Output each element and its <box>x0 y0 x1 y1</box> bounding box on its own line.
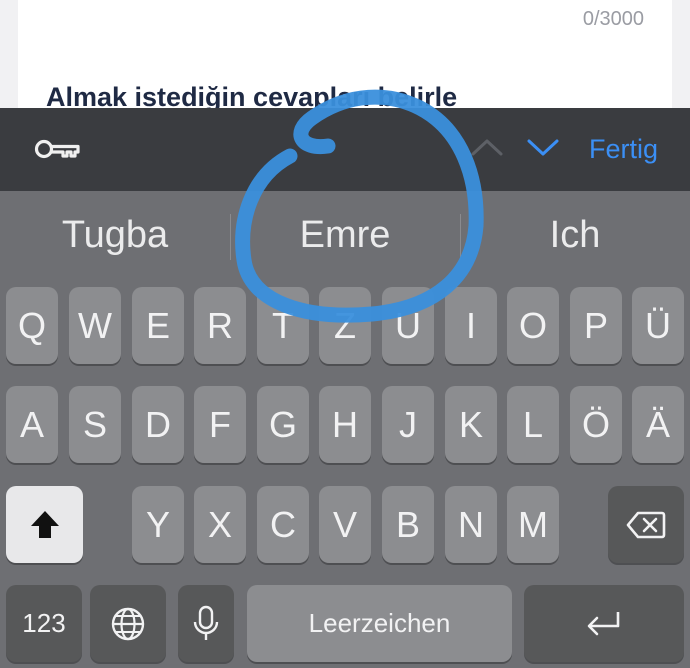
key-a-umlaut[interactable]: Ä <box>632 386 684 463</box>
key-c[interactable]: C <box>257 486 309 563</box>
suggestion-3[interactable]: Ich <box>460 214 690 257</box>
key-u-umlaut[interactable]: Ü <box>632 287 684 364</box>
key-w[interactable]: W <box>69 287 121 364</box>
key-r[interactable]: R <box>194 287 246 364</box>
key-a[interactable]: A <box>6 386 58 463</box>
globe-key[interactable] <box>90 585 166 662</box>
key-i[interactable]: I <box>445 287 497 364</box>
return-key[interactable] <box>524 585 684 662</box>
key-l[interactable]: L <box>507 386 559 463</box>
dictation-key[interactable] <box>178 585 234 662</box>
key-s[interactable]: S <box>69 386 121 463</box>
key-x[interactable]: X <box>194 486 246 563</box>
key-icon[interactable] <box>34 134 82 164</box>
microphone-icon <box>193 605 219 640</box>
numbers-key[interactable]: 123 <box>6 585 82 662</box>
delete-key[interactable] <box>608 486 684 563</box>
key-o-umlaut[interactable]: Ö <box>570 386 622 463</box>
character-counter: 0/3000 <box>582 8 644 30</box>
form-area: 0/3000 Almak istediğin cevapları belirle <box>0 0 690 110</box>
key-n[interactable]: N <box>445 486 497 563</box>
key-z[interactable]: Z <box>319 287 371 364</box>
keyboard-toolbar <box>0 108 690 191</box>
key-o[interactable]: O <box>507 287 559 364</box>
key-y[interactable]: Y <box>132 486 184 563</box>
key-e[interactable]: E <box>132 287 184 364</box>
shift-icon <box>30 510 59 538</box>
key-u[interactable]: U <box>382 287 434 364</box>
key-q[interactable]: Q <box>6 287 58 364</box>
key-t[interactable]: T <box>257 287 309 364</box>
shift-key[interactable] <box>6 486 83 563</box>
section-title: Almak istediğin cevapları belirle <box>46 82 458 110</box>
key-m[interactable]: M <box>507 486 559 563</box>
globe-icon <box>111 607 145 640</box>
delete-icon <box>626 511 666 538</box>
key-b[interactable]: B <box>382 486 434 563</box>
key-v[interactable]: V <box>319 486 371 563</box>
key-p[interactable]: P <box>570 287 622 364</box>
suggestion-2[interactable]: Emre <box>230 214 460 257</box>
chevron-down-icon[interactable] <box>526 136 560 158</box>
suggestion-1[interactable]: Tugba <box>0 214 230 257</box>
key-k[interactable]: K <box>445 386 497 463</box>
key-g[interactable]: G <box>257 386 309 463</box>
key-h[interactable]: H <box>319 386 371 463</box>
key-d[interactable]: D <box>132 386 184 463</box>
key-j[interactable]: J <box>382 386 434 463</box>
done-button[interactable]: Fertig <box>589 134 658 165</box>
return-icon <box>587 611 620 635</box>
key-f[interactable]: F <box>194 386 246 463</box>
space-key[interactable]: Leerzeichen <box>247 585 512 662</box>
chevron-up-icon[interactable] <box>470 136 504 158</box>
